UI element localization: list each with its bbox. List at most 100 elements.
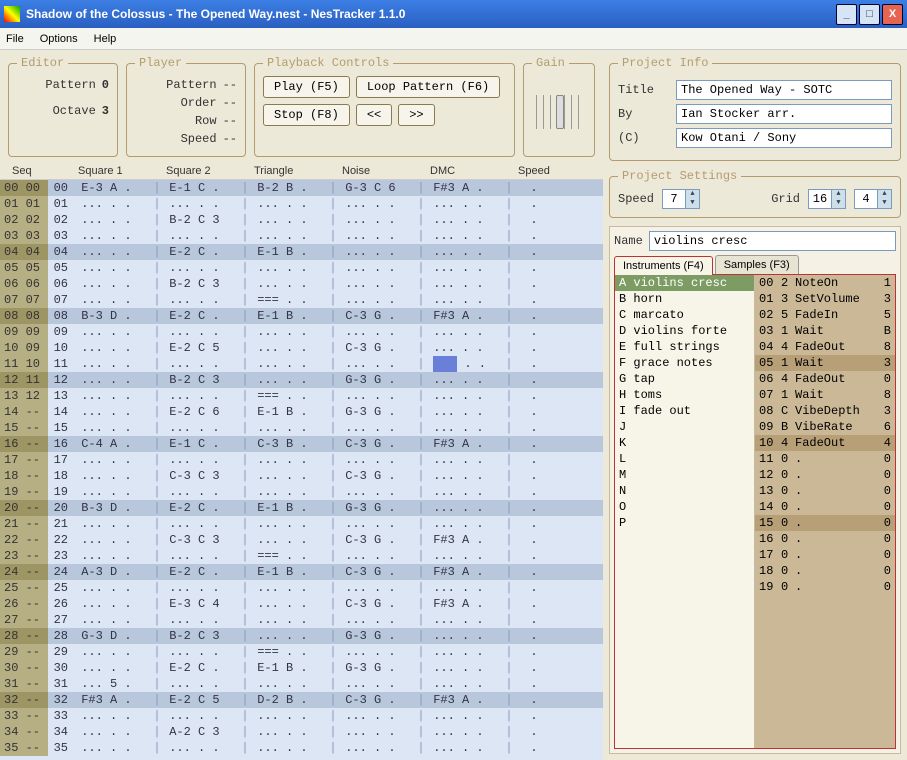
pattern-row[interactable]: 15 --15 ... . .| ... . .| ... . .| ... .… (0, 420, 603, 436)
pattern-row[interactable]: 22 --22 ... . .| C-3 C 3| ... . .| C-3 G… (0, 532, 603, 548)
instrument-item[interactable]: M (615, 467, 754, 483)
macro-row[interactable]: 170.0 (755, 547, 895, 563)
settings-grid-a-input[interactable] (809, 190, 831, 208)
macro-row[interactable]: 051Wait3 (755, 355, 895, 371)
pattern-row[interactable]: 20 --20 B-3 D .| E-2 C .| E-1 B .| G-3 G… (0, 500, 603, 516)
loop-button[interactable]: Loop Pattern (F6) (356, 76, 500, 98)
menu-options[interactable]: Options (40, 33, 78, 45)
menu-file[interactable]: File (6, 33, 24, 45)
pattern-row[interactable]: 31 --31 ... 5 .| ... . .| ... . .| ... .… (0, 676, 603, 692)
instrument-item[interactable]: K (615, 435, 754, 451)
macro-row[interactable]: 190.0 (755, 579, 895, 595)
pattern-row[interactable]: 26 --26 ... . .| E-3 C 4| ... . .| C-3 G… (0, 596, 603, 612)
close-button[interactable]: X (882, 4, 903, 25)
instrument-item[interactable]: H toms (615, 387, 754, 403)
pattern-editor[interactable]: 00 0000 E-3 A .| E-1 C .| B-2 B .| G-3 C… (0, 180, 603, 760)
pattern-row[interactable]: 21 --21 ... . .| ... . .| ... . .| ... .… (0, 516, 603, 532)
pattern-row[interactable]: 03 0303 ... . .| ... . .| ... . .| ... .… (0, 228, 603, 244)
settings-grid-b-input[interactable] (855, 190, 877, 208)
pattern-row[interactable]: 18 --18 ... . .| C-3 C 3| ... . .| C-3 G… (0, 468, 603, 484)
macro-row[interactable]: 044FadeOut8 (755, 339, 895, 355)
macro-row[interactable]: 104FadeOut4 (755, 435, 895, 451)
pattern-row[interactable]: 27 --27 ... . .| ... . .| ... . .| ... .… (0, 612, 603, 628)
instrument-item[interactable]: C marcato (615, 307, 754, 323)
settings-grid-b-spinner[interactable]: ▲▼ (854, 189, 892, 209)
instrument-item[interactable]: L (615, 451, 754, 467)
instrument-name-input[interactable] (649, 231, 896, 251)
pattern-row[interactable]: 08 0808 B-3 D .| E-2 C .| E-1 B .| C-3 G… (0, 308, 603, 324)
instrument-item[interactable]: E full strings (615, 339, 754, 355)
pattern-row[interactable]: 00 0000 E-3 A .| E-1 C .| B-2 B .| G-3 C… (0, 180, 603, 196)
macro-row[interactable]: 140.0 (755, 499, 895, 515)
stop-button[interactable]: Stop (F8) (263, 104, 350, 126)
pattern-row[interactable]: 09 0909 ... . .| ... . .| ... . .| ... .… (0, 324, 603, 340)
settings-grid-a-spinner[interactable]: ▲▼ (808, 189, 846, 209)
settings-speed-input[interactable] (663, 190, 685, 208)
instrument-item[interactable]: D violins forte (615, 323, 754, 339)
project-title-input[interactable] (676, 80, 892, 100)
instrument-item[interactable]: O (615, 499, 754, 515)
instrument-item[interactable]: G tap (615, 371, 754, 387)
macro-row[interactable]: 180.0 (755, 563, 895, 579)
macro-row[interactable]: 130.0 (755, 483, 895, 499)
maximize-button[interactable]: □ (859, 4, 880, 25)
macro-row[interactable]: 120.0 (755, 467, 895, 483)
pattern-row[interactable]: 02 0202 ... . .| B-2 C 3| ... . .| ... .… (0, 212, 603, 228)
instrument-item[interactable]: B horn (615, 291, 754, 307)
gain-slider[interactable] (536, 95, 582, 129)
pattern-row[interactable]: 17 --17 ... . .| ... . .| ... . .| ... .… (0, 452, 603, 468)
instrument-list[interactable]: A violins crescB hornC marcatoD violins … (615, 275, 755, 748)
pattern-row[interactable]: 29 --29 ... . .| ... . .| === . .| ... .… (0, 644, 603, 660)
macro-row[interactable]: 160.0 (755, 531, 895, 547)
pattern-row[interactable]: 19 --19 ... . .| ... . .| ... . .| ... .… (0, 484, 603, 500)
macro-row[interactable]: 013SetVolume3 (755, 291, 895, 307)
pattern-row[interactable]: 10 0910 ... . .| E-2 C 5| ... . .| C-3 G… (0, 340, 603, 356)
pattern-row[interactable]: 25 --25 ... . .| ... . .| ... . .| ... .… (0, 580, 603, 596)
tab-samples[interactable]: Samples (F3) (715, 255, 799, 274)
project-by-input[interactable] (676, 104, 892, 124)
macro-row[interactable]: 025FadeIn5 (755, 307, 895, 323)
pattern-row[interactable]: 13 1213 ... . .| ... . .| === . .| ... .… (0, 388, 603, 404)
macro-row[interactable]: 002NoteOn1 (755, 275, 895, 291)
play-button[interactable]: Play (F5) (263, 76, 350, 98)
project-copyright-input[interactable] (676, 128, 892, 148)
pattern-row[interactable]: 01 0101 ... . .| ... . .| ... . .| ... .… (0, 196, 603, 212)
minimize-button[interactable]: _ (836, 4, 857, 25)
pattern-row[interactable]: 06 0606 ... . .| B-2 C 3| ... . .| ... .… (0, 276, 603, 292)
menu-help[interactable]: Help (94, 33, 117, 45)
pattern-row[interactable]: 12 1112 ... . .| B-2 C 3| ... . .| G-3 G… (0, 372, 603, 388)
instrument-item[interactable]: A violins cresc (615, 275, 754, 291)
macro-row[interactable]: 150.0 (755, 515, 895, 531)
pattern-row[interactable]: 11 1011 ... . .| ... . .| ... . .| ... .… (0, 356, 603, 372)
pattern-row[interactable]: 28 --28 G-3 D .| B-2 C 3| ... . .| G-3 G… (0, 628, 603, 644)
macro-row[interactable]: 071Wait8 (755, 387, 895, 403)
macro-row[interactable]: 031WaitB (755, 323, 895, 339)
instrument-item[interactable]: P (615, 515, 754, 531)
instrument-item[interactable]: F grace notes (615, 355, 754, 371)
instrument-item[interactable]: N (615, 483, 754, 499)
pattern-row[interactable]: 33 --33 ... . .| ... . .| ... . .| ... .… (0, 708, 603, 724)
macro-row[interactable]: 09BVibeRate6 (755, 419, 895, 435)
macro-row[interactable]: 064FadeOut0 (755, 371, 895, 387)
pattern-row[interactable]: 34 --34 ... . .| A-2 C 3| ... . .| ... .… (0, 724, 603, 740)
instrument-item[interactable]: I fade out (615, 403, 754, 419)
pattern-row[interactable]: 05 0505 ... . .| ... . .| ... . .| ... .… (0, 260, 603, 276)
macro-row[interactable]: 08CVibeDepth3 (755, 403, 895, 419)
macro-list[interactable]: 002NoteOn1013SetVolume3025FadeIn5031Wait… (755, 275, 895, 748)
pattern-row[interactable]: 16 --16 C-4 A .| E-1 C .| C-3 B .| C-3 G… (0, 436, 603, 452)
pattern-row[interactable]: 07 0707 ... . .| ... . .| === . .| ... .… (0, 292, 603, 308)
macro-row[interactable]: 110.0 (755, 451, 895, 467)
settings-speed-spinner[interactable]: ▲▼ (662, 189, 700, 209)
next-button[interactable]: >> (398, 104, 434, 126)
tab-instruments[interactable]: Instruments (F4) (614, 256, 713, 275)
pattern-row[interactable]: 32 --32 F#3 A .| E-2 C 5| D-2 B .| C-3 G… (0, 692, 603, 708)
pattern-row[interactable]: 23 --23 ... . .| ... . .| === . .| ... .… (0, 548, 603, 564)
pattern-row[interactable]: 04 0404 ... . .| E-2 C .| E-1 B .| ... .… (0, 244, 603, 260)
col-speed: Speed (518, 165, 568, 177)
instrument-item[interactable]: J (615, 419, 754, 435)
pattern-row[interactable]: 30 --30 ... . .| E-2 C .| E-1 B .| G-3 G… (0, 660, 603, 676)
pattern-row[interactable]: 35 --35 ... . .| ... . .| ... . .| ... .… (0, 740, 603, 756)
pattern-row[interactable]: 24 --24 A-3 D .| E-2 C .| E-1 B .| C-3 G… (0, 564, 603, 580)
pattern-row[interactable]: 14 --14 ... . .| E-2 C 6| E-1 B .| G-3 G… (0, 404, 603, 420)
prev-button[interactable]: << (356, 104, 392, 126)
